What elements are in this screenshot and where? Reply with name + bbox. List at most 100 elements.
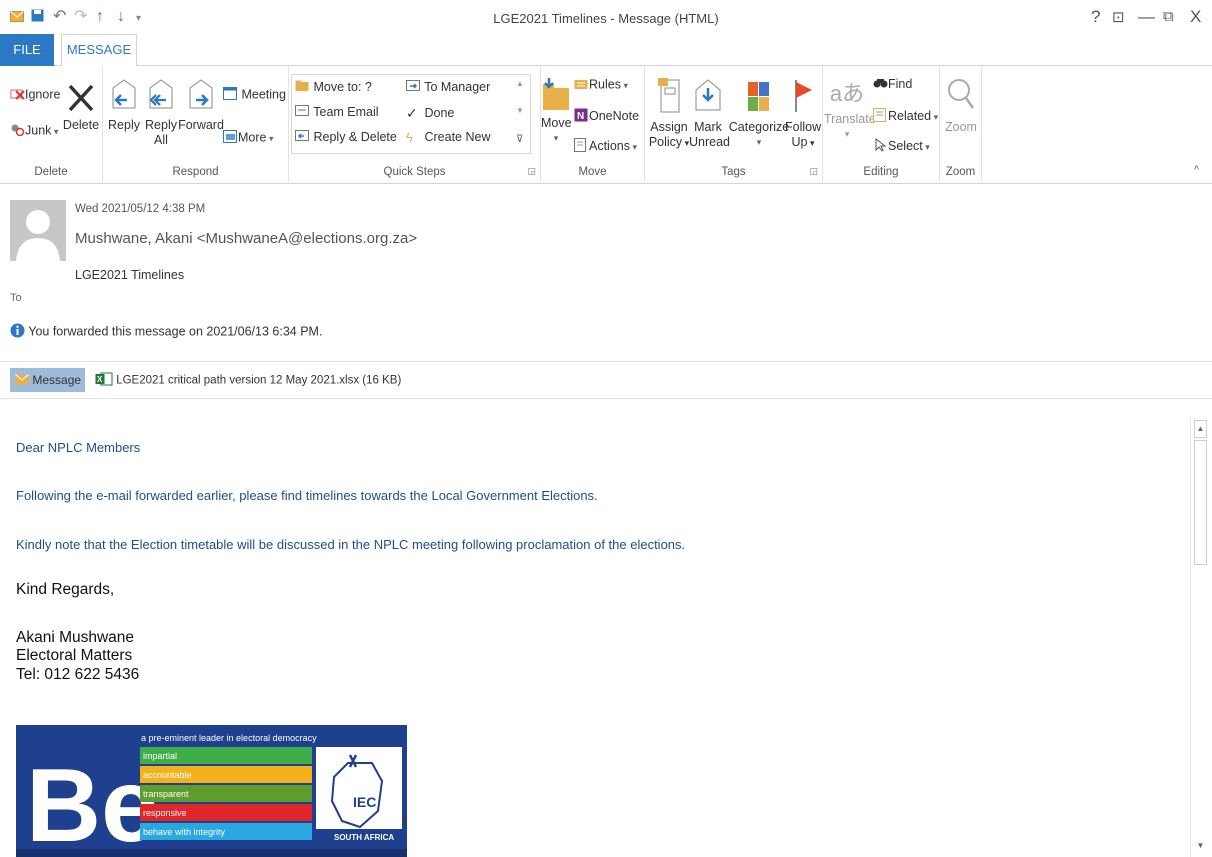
reply-delete-icon bbox=[295, 130, 310, 145]
banner-tagline: a pre-eminent leader in electoral democr… bbox=[141, 733, 317, 743]
paragraph-1: Following the e-mail forwarded earlier, … bbox=[16, 488, 598, 503]
to-manager-icon bbox=[406, 80, 421, 95]
minimize-icon[interactable]: — bbox=[1138, 7, 1155, 27]
attachment-item[interactable]: X LGE2021 critical path version 12 May 2… bbox=[95, 372, 401, 389]
value-label-3: transparent bbox=[143, 789, 189, 799]
tags-dialog-launcher-icon[interactable]: ◲ bbox=[809, 166, 818, 177]
ribbon-tabs: FILE MESSAGE bbox=[0, 34, 1212, 67]
quick-step-team-email[interactable]: Team Email bbox=[295, 105, 379, 120]
ignore-button[interactable]: Ignore bbox=[10, 87, 60, 103]
scroll-down-icon[interactable]: ▼ bbox=[1194, 838, 1207, 854]
rules-icon bbox=[574, 77, 589, 93]
restore-icon[interactable]: ⧉ bbox=[1163, 8, 1174, 25]
quick-step-create-new[interactable]: ϟ Create New bbox=[406, 130, 490, 145]
mark-unread-button[interactable]: Mark Unread bbox=[689, 76, 730, 150]
magnifier-icon bbox=[946, 76, 976, 120]
value-label-2: accountable bbox=[143, 770, 192, 780]
rules-button[interactable]: Rules ▾ bbox=[574, 77, 628, 93]
quick-step-to-manager[interactable]: To Manager bbox=[406, 80, 490, 95]
reply-button[interactable]: Reply bbox=[106, 78, 142, 133]
reply-all-icon bbox=[144, 78, 178, 118]
quick-step-done[interactable]: ✓ Done bbox=[406, 105, 454, 122]
banner-big-text: Be bbox=[26, 748, 159, 857]
value-label-1: impartial bbox=[143, 751, 177, 761]
signature-department: Electoral Matters bbox=[16, 647, 133, 664]
scroll-thumb[interactable] bbox=[1194, 440, 1207, 565]
onenote-icon: N bbox=[574, 108, 589, 125]
categorize-icon bbox=[746, 76, 772, 120]
related-icon bbox=[873, 108, 888, 125]
binoculars-icon bbox=[873, 77, 888, 92]
paragraph-2: Kindly note that the Election timetable … bbox=[16, 537, 686, 552]
junk-button[interactable]: Junk ▾ bbox=[10, 123, 58, 139]
gallery-up-icon[interactable]: ▲ bbox=[516, 79, 524, 88]
reply-icon bbox=[107, 78, 141, 118]
collapse-ribbon-icon[interactable]: ^ bbox=[1194, 164, 1199, 176]
sender[interactable]: Mushwane, Akani <MushwaneA@elections.org… bbox=[75, 230, 417, 247]
select-button[interactable]: Select ▾ bbox=[873, 137, 930, 155]
group-tags: Assign Policy ▾ Mark Unread Categorize ▾… bbox=[645, 66, 823, 182]
quick-step-move-to[interactable]: Move to: ? bbox=[295, 80, 372, 95]
find-button[interactable]: Find bbox=[873, 77, 912, 92]
svg-text:X: X bbox=[97, 375, 103, 384]
ribbon: Ignore Junk ▾ Delete Delete Reply Reply … bbox=[0, 66, 1212, 184]
gallery-down-icon[interactable]: ▼ bbox=[516, 106, 524, 115]
group-editing: aあ Translate ▾ Find Related ▾ Select ▾ E… bbox=[823, 66, 940, 182]
tab-message[interactable]: MESSAGE bbox=[61, 34, 137, 67]
vertical-scrollbar[interactable]: ▲ ▼ bbox=[1190, 418, 1208, 857]
value-label-4: responsive bbox=[143, 808, 187, 818]
subject: LGE2021 Timelines bbox=[75, 268, 185, 282]
actions-icon bbox=[574, 138, 589, 155]
related-button[interactable]: Related ▾ bbox=[873, 108, 938, 125]
iec-seal-text: IEC bbox=[353, 794, 376, 810]
move-button[interactable]: Move ▾ bbox=[541, 76, 572, 146]
follow-up-button[interactable]: Follow Up ▾ bbox=[785, 76, 821, 151]
group-quick-steps: Move to: ? Team Email Reply & Delete To … bbox=[289, 66, 541, 182]
message-tab[interactable]: Message bbox=[10, 368, 85, 392]
tab-file[interactable]: FILE bbox=[0, 34, 54, 66]
info-icon bbox=[10, 323, 25, 341]
onenote-button[interactable]: N OneNote bbox=[574, 108, 639, 125]
signature-phone: Tel: 012 622 5436 bbox=[16, 666, 140, 683]
translate-icon: aあ bbox=[829, 81, 865, 106]
delete-icon bbox=[66, 82, 96, 118]
attachment-bar: Message X LGE2021 critical path version … bbox=[0, 361, 1212, 399]
reply-all-button[interactable]: Reply All bbox=[143, 78, 179, 148]
assign-policy-button[interactable]: Assign Policy ▾ bbox=[648, 76, 690, 151]
message-body: Dear NPLC Members Following the e-mail f… bbox=[0, 410, 1188, 857]
envelope-icon bbox=[15, 369, 29, 393]
actions-button[interactable]: Actions ▾ bbox=[574, 138, 637, 155]
info-bar: You forwarded this message on 2021/06/13… bbox=[10, 323, 322, 341]
more-respond-button[interactable]: More ▾ bbox=[223, 130, 274, 146]
flag-icon bbox=[791, 76, 815, 120]
ribbon-display-icon[interactable]: ⊡ bbox=[1112, 8, 1125, 26]
to-label: To bbox=[10, 292, 22, 304]
more-icon bbox=[223, 130, 238, 146]
country-label: SOUTH AFRICA bbox=[334, 833, 394, 842]
close-icon[interactable]: X bbox=[1190, 7, 1201, 27]
translate-button[interactable]: aあ Translate ▾ bbox=[824, 76, 876, 142]
assign-policy-icon bbox=[656, 76, 682, 120]
dialog-launcher-icon[interactable]: ◲ bbox=[527, 166, 536, 177]
categorize-button[interactable]: Categorize ▾ bbox=[727, 76, 791, 150]
avatar bbox=[10, 200, 66, 261]
move-folder-icon bbox=[541, 76, 571, 116]
junk-icon bbox=[10, 123, 25, 139]
forward-button[interactable]: Forward bbox=[178, 78, 224, 133]
sent-date: Wed 2021/05/12 4:38 PM bbox=[75, 203, 206, 215]
meeting-button[interactable]: Meeting bbox=[223, 87, 286, 103]
help-icon[interactable]: ? bbox=[1091, 7, 1100, 27]
scroll-up-icon[interactable]: ▲ bbox=[1194, 420, 1207, 438]
zoom-button[interactable]: Zoom bbox=[941, 76, 981, 135]
quick-step-reply-delete[interactable]: Reply & Delete bbox=[295, 130, 397, 145]
value-label-5: behave with integrity bbox=[143, 827, 226, 837]
window-title: LGE2021 Timelines - Message (HTML) bbox=[493, 11, 719, 26]
folder-move-icon bbox=[295, 80, 310, 95]
gallery-expand-icon[interactable]: ⊽ bbox=[516, 134, 523, 145]
delete-button[interactable]: Delete bbox=[62, 82, 100, 133]
lightning-icon: ϟ bbox=[406, 130, 413, 146]
closing: Kind Regards, bbox=[16, 581, 115, 598]
signature-banner: Be a pre-eminent leader in electoral dem… bbox=[16, 725, 407, 857]
cursor-icon bbox=[873, 137, 888, 155]
message-header: Wed 2021/05/12 4:38 PM Mushwane, Akani <… bbox=[0, 186, 1212, 361]
